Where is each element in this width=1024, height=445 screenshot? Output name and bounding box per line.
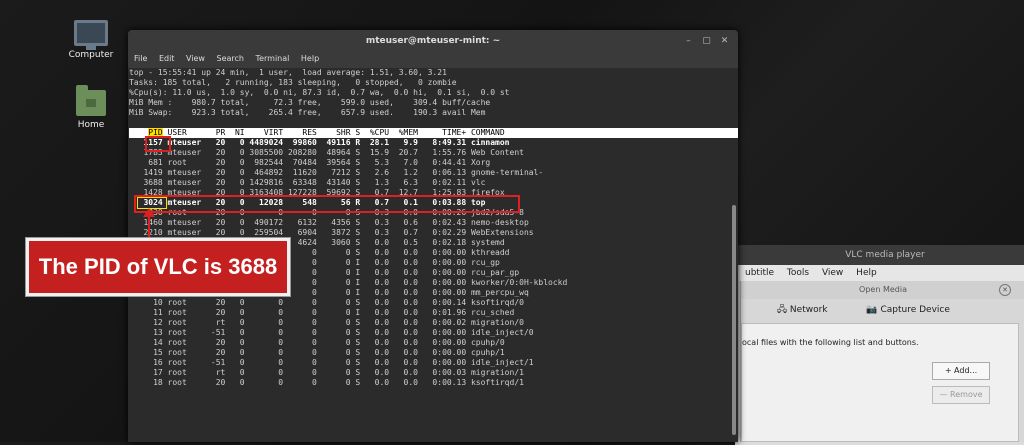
callout-arrow-line [148, 214, 150, 240]
terminal-titlebar: mteuser@mteuser-mint: ~ – ▢ ✕ [128, 30, 738, 54]
process-row: 11 root 20 0 0 0 0 I 0.0 0.0 0:01.96 rcu… [129, 308, 515, 317]
open-media-description: ocal files with the following list and b… [742, 338, 919, 347]
camera-icon: 📷 [866, 305, 878, 315]
menu-help[interactable]: Help [301, 54, 319, 63]
top-summary-line: %Cpu(s): 11.0 us, 1.0 sy, 0.0 ni, 87.3 i… [129, 88, 510, 97]
process-row: 16 root -51 0 0 0 0 S 0.0 0.0 0:00.00 id… [129, 358, 534, 367]
terminal-menubar: File Edit View Search Terminal Help [128, 54, 738, 68]
annotation-callout: The PID of VLC is 3688 [26, 238, 290, 296]
home-folder-icon [76, 85, 106, 116]
process-row: 1157 mteuser 20 0 4489024 99860 49116 R … [129, 138, 510, 147]
process-row: 1783 mteuser 20 0 3085500 208280 48964 S… [129, 148, 524, 157]
close-icon[interactable]: ✕ [719, 36, 730, 47]
menu-view[interactable]: View [186, 54, 205, 63]
desktop-icon-label: Home [77, 120, 105, 130]
desktop-icon-label: Computer [68, 50, 114, 60]
open-media-titlebar: Open Media ✕ [741, 281, 1024, 299]
process-row: 12 root rt 0 0 0 0 S 0.0 0.0 0:00.02 mig… [129, 318, 524, 327]
menu-terminal[interactable]: Terminal [256, 54, 290, 63]
process-row: 14 root 20 0 0 0 0 S 0.0 0.0 0:00.00 cpu… [129, 338, 505, 347]
tab-network[interactable]: 🖧 Network [759, 305, 828, 315]
vlc-menu-help[interactable]: Help [856, 268, 877, 278]
terminal-title: mteuser@mteuser-mint: ~ [365, 36, 501, 46]
desktop-icon-computer[interactable]: Computer [56, 20, 126, 60]
remove-button[interactable]: — Remove [932, 386, 990, 404]
open-media-dialog[interactable]: Open Media ✕ 🖧 Network 📷 Capture Device … [740, 281, 1024, 442]
process-row: 15 root 20 0 0 0 0 S 0.0 0.0 0:00.00 cpu… [129, 348, 505, 357]
vlc-row-highlight-box [134, 195, 520, 213]
terminal-scrollbar[interactable] [732, 205, 736, 435]
vlc-menu-tools[interactable]: Tools [787, 268, 809, 278]
menu-edit[interactable]: Edit [159, 54, 175, 63]
process-row: 1460 mteuser 20 0 490172 6132 4356 S 0.3… [129, 218, 529, 227]
open-media-panel: ocal files with the following list and b… [741, 323, 1019, 442]
open-media-tabs: 🖧 Network 📷 Capture Device [741, 299, 1024, 321]
top-summary-line: top - 15:55:41 up 24 min, 1 user, load a… [129, 68, 447, 77]
top-summary-line: Tasks: 185 total, 2 running, 183 sleepin… [129, 78, 457, 87]
process-row-vlc: 3688 mteuser 20 0 1429816 63348 43140 S … [129, 178, 738, 188]
process-row: 18 root 20 0 0 0 0 S 0.0 0.0 0:00.13 kso… [129, 378, 524, 387]
computer-icon [74, 20, 108, 50]
process-row: 681 root 20 0 982544 70484 39564 S 5.3 7… [129, 158, 491, 167]
process-row: 2210 mteuser 20 0 259504 6904 3872 S 0.3… [129, 228, 534, 237]
top-summary-line: MiB Mem : 980.7 total, 72.3 free, 599.0 … [129, 98, 491, 107]
vlc-window-title: VLC media player [735, 245, 1024, 265]
process-row: 17 root rt 0 0 0 0 S 0.0 0.0 0:00.03 mig… [129, 368, 524, 377]
vlc-menu-view[interactable]: View [822, 268, 843, 278]
vlc-menubar: ubtitle Tools View Help [735, 265, 1024, 281]
menu-search[interactable]: Search [217, 54, 244, 63]
minimize-icon[interactable]: – [683, 36, 694, 47]
desktop-icon-home[interactable]: Home [56, 85, 126, 130]
pid-header-highlight-box [145, 136, 171, 152]
close-icon[interactable]: ✕ [999, 284, 1011, 296]
terminal-window[interactable]: mteuser@mteuser-mint: ~ – ▢ ✕ File Edit … [128, 30, 738, 442]
open-media-title: Open Media [859, 285, 907, 294]
vlc-menu-subtitle[interactable]: ubtitle [745, 268, 774, 278]
process-row: 13 root -51 0 0 0 0 S 0.0 0.0 0:00.00 id… [129, 328, 534, 337]
process-table-header: PID USER PR NI VIRT RES SHR S %CPU %MEM … [129, 128, 738, 138]
maximize-icon[interactable]: ▢ [701, 36, 712, 47]
process-row: 10 root 20 0 0 0 0 S 0.0 0.0 0:00.14 kso… [129, 298, 524, 307]
process-row: 1419 mteuser 20 0 464892 11620 7212 S 2.… [129, 168, 544, 177]
column-headers: USER PR NI VIRT RES SHR S %CPU %MEM TIME… [162, 128, 505, 137]
network-icon: 🖧 [777, 305, 788, 315]
menu-file[interactable]: File [134, 54, 147, 63]
top-summary-line: MiB Swap: 923.3 total, 265.4 free, 657.9… [129, 108, 486, 117]
add-button[interactable]: + Add... [932, 362, 990, 380]
tab-capture-device[interactable]: 📷 Capture Device [848, 305, 950, 315]
